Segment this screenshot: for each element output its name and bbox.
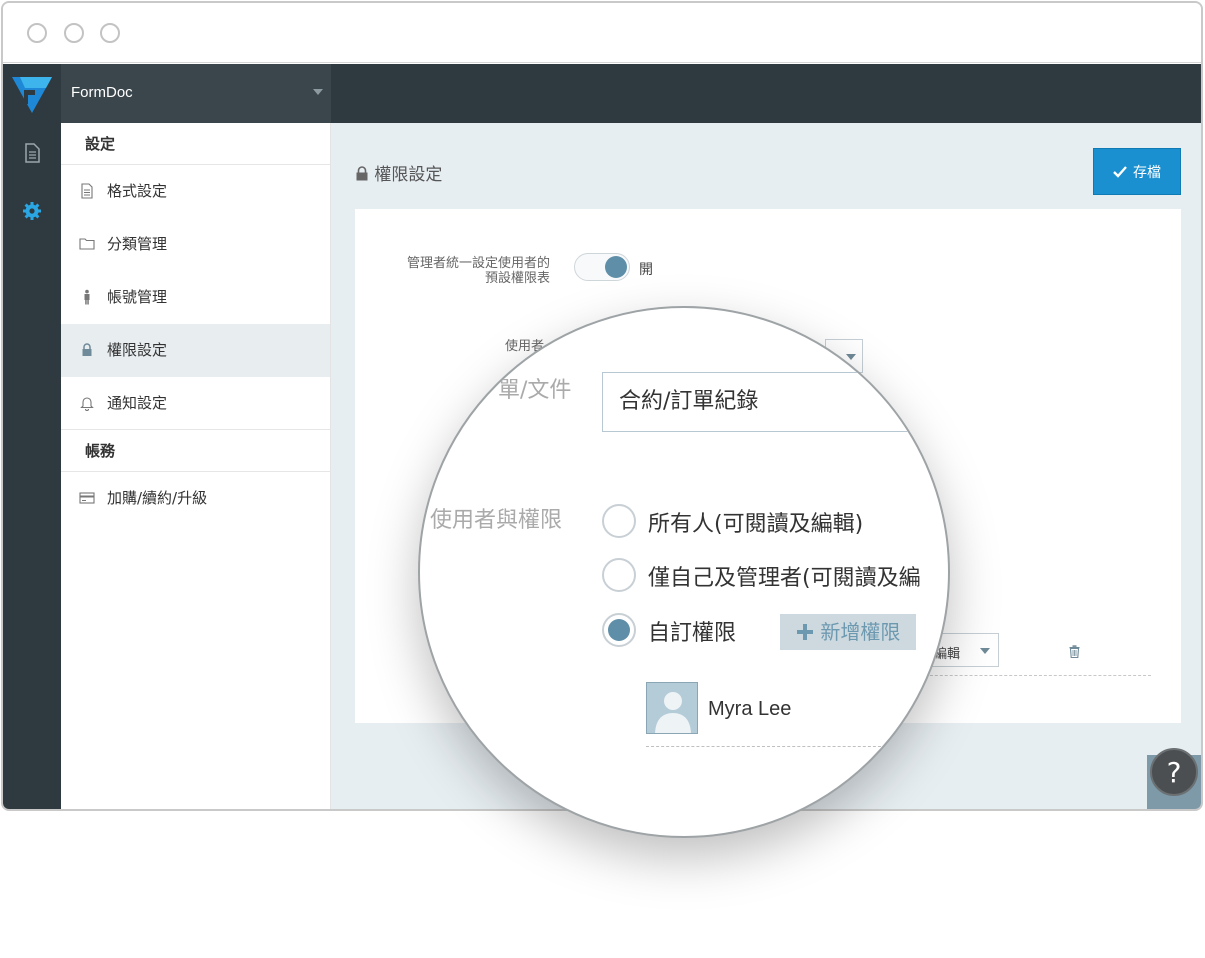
sidebar-item-category[interactable]: 分類管理 [61,218,330,271]
file-icon [81,183,93,199]
sidebar-item-label: 通知設定 [107,394,168,412]
page-title-text: 權限設定 [374,165,443,185]
save-button-label: 存檔 [1133,164,1161,181]
add-permission-label: 新增權限 [820,620,901,644]
magnifier-lens: 單/文件 合約/訂單紀錄 使用者與權限 所有人(可閱讀及編輯) 僅自己及管理者(… [418,306,950,838]
avatar [646,682,698,734]
help-icon: ? [1166,755,1182,789]
form-document-value: 合約/訂單紀錄 [619,389,759,414]
window-minimize-button[interactable] [64,23,84,43]
admin-default-toggle[interactable] [574,253,630,281]
section-header-billing: 帳務 [61,430,330,472]
user-row-divider [646,746,886,747]
page-title: 權限設定 [355,160,442,185]
lock-icon [82,343,92,356]
help-button[interactable]: ? [1150,748,1198,796]
check-icon [1113,165,1127,178]
admin-setting-label-line1: 管理者統一設定使用者的 [406,256,550,271]
toggle-state-label: 開 [639,262,653,278]
bell-icon [80,397,94,411]
add-permission-button[interactable]: 新增權限 [780,614,917,650]
section-header-settings: 設定 [61,123,330,165]
toggle-knob [605,256,627,278]
sidebar-item-notifications[interactable]: 通知設定 [61,377,330,430]
workspace-selector[interactable]: FormDoc [61,64,331,123]
icon-rail [3,123,61,809]
sidebar-item-label: 分類管理 [107,235,168,253]
admin-setting-label-line2: 預設權限表 [484,271,550,286]
radio-custom-label: 自訂權限 [648,621,737,646]
caret-down-icon [313,89,323,95]
user-name: Myra Lee [708,698,792,720]
caret-down-icon [846,354,856,360]
radio-self-admin[interactable] [602,558,636,592]
window-maximize-button[interactable] [100,23,120,43]
gear-icon[interactable] [22,201,42,221]
users-permission-label: 使用者與權限 [430,508,563,533]
sidebar-item-accounts[interactable]: 帳號管理 [61,271,330,324]
sidebar-item-label: 權限設定 [107,341,168,359]
credit-card-icon [79,492,95,504]
user-silhouette-icon [647,683,697,733]
sidebar-item-permissions[interactable]: 權限設定 [61,324,330,377]
form-document-field[interactable]: 合約/訂單紀錄 [602,372,948,432]
folder-icon [79,238,95,250]
window-close-button[interactable] [27,23,47,43]
radio-self-admin-label: 僅自己及管理者(可閱讀及編 [648,566,921,591]
sidebar-item-label: 格式設定 [107,182,168,200]
person-icon [84,289,90,305]
lock-icon [356,166,368,181]
formdoc-logo[interactable] [3,64,61,123]
row-divider [915,675,1151,676]
caret-down-icon [980,648,990,654]
sidebar-item-billing[interactable]: 加購/續約/升級 [61,472,330,525]
sidebar-item-label: 帳號管理 [107,288,168,306]
trash-icon[interactable] [1069,645,1080,658]
plus-icon [797,624,813,640]
workspace-name: FormDoc [71,84,133,101]
form-label: 單/文件 [498,378,572,403]
window-titlebar [3,3,1201,63]
radio-everyone-label: 所有人(可閱讀及編輯) [648,512,864,537]
admin-setting-label: 管理者統一設定使用者的 預設權限表 [375,256,550,286]
document-icon[interactable] [22,143,42,163]
top-bar: FormDoc [3,64,1201,123]
save-button[interactable]: 存檔 [1093,148,1181,195]
radio-custom[interactable] [602,613,636,647]
sidebar-item-format[interactable]: 格式設定 [61,165,330,218]
sidebar-item-label: 加購/續約/升級 [107,489,208,507]
settings-sidebar: 設定 格式設定 分類管理 帳號管理 權限設定 通知設定 帳務 加購/續約/升級 [61,123,331,809]
radio-everyone[interactable] [602,504,636,538]
formdoc-logo-icon [12,77,52,113]
